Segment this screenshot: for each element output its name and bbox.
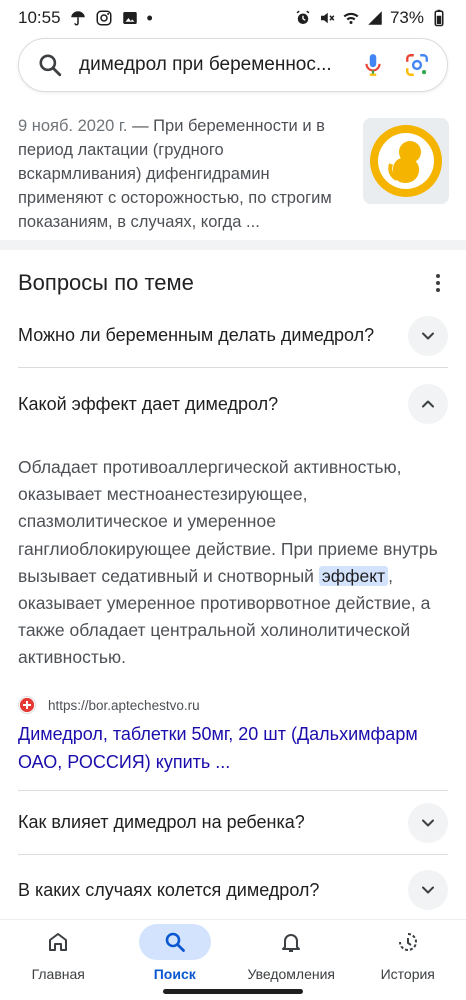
result-date: 9 нояб. 2020 г.	[18, 117, 128, 135]
chevron-down-icon[interactable]	[408, 802, 448, 843]
question-answer: Обладает противоаллергической активность…	[18, 454, 438, 672]
question-row[interactable]: Как влияет димедрол на ребенка?	[18, 791, 448, 855]
clock: 10:55	[18, 8, 61, 27]
chevron-down-icon[interactable]	[408, 870, 448, 910]
google-search-results-page: 10:55 • 73% димедрол при беременнос... 9…	[0, 0, 466, 1000]
question-text: Какой эффект дает димедрол?	[18, 393, 279, 414]
nav-notifications[interactable]: Уведомления	[236, 924, 346, 982]
umbrella-icon	[69, 9, 87, 27]
question-text: Как влияет димедрол на ребенка?	[18, 812, 305, 832]
question-row-expanded[interactable]: Какой эффект дает димедрол?	[18, 372, 448, 436]
wifi-icon	[342, 9, 360, 27]
instagram-icon	[95, 9, 113, 27]
history-icon[interactable]	[372, 924, 444, 960]
answer-source[interactable]: https://bor.aptechestvo.ru	[18, 694, 448, 716]
battery-icon	[430, 9, 448, 27]
related-questions-title: Вопросы по теме	[18, 270, 194, 295]
bell-icon[interactable]	[255, 924, 327, 960]
question-text: В каких случаях колется димедрол?	[18, 879, 320, 900]
section-separator	[0, 240, 466, 250]
question-row[interactable]: В каких случаях колется димедрол?	[18, 858, 448, 922]
mute-icon	[318, 9, 336, 27]
bottom-navigation: Главная Поиск Уведомления История	[0, 920, 466, 1000]
site-favicon-icon	[18, 696, 36, 714]
signal-icon	[366, 9, 384, 27]
nav-search-label: Поиск	[153, 966, 196, 982]
google-lens-icon[interactable]	[403, 51, 431, 79]
alarm-icon	[294, 9, 312, 27]
home-icon[interactable]	[22, 924, 94, 960]
chevron-up-icon[interactable]	[408, 384, 448, 424]
battery-percent: 73%	[389, 8, 424, 27]
answer-highlight: эффект	[318, 565, 389, 586]
search-input[interactable]: димедрол при беременнос...	[79, 54, 343, 76]
more-options-icon[interactable]	[428, 271, 448, 295]
previous-result-fragment	[18, 95, 448, 103]
source-link[interactable]: Димедрол, таблетки 50мг, 20 шт (Дальхимф…	[18, 720, 438, 776]
nav-notifications-label: Уведомления	[247, 966, 336, 982]
search-icon[interactable]	[37, 52, 63, 78]
search-icon[interactable]	[138, 924, 211, 960]
status-bar: 10:55 • 73%	[0, 0, 466, 36]
result-snippet: 9 нояб. 2020 г. — При беременности и в п…	[18, 114, 338, 234]
source-url[interactable]: https://bor.aptechestvo.ru	[48, 698, 200, 713]
question-row[interactable]: Можно ли беременным делать димедрол?	[18, 304, 448, 368]
nav-search[interactable]: Поиск	[120, 924, 230, 982]
gallery-icon	[121, 9, 139, 27]
notification-dot: •	[146, 7, 153, 28]
microphone-icon[interactable]	[359, 51, 387, 79]
result-thumbnail[interactable]	[363, 118, 449, 204]
question-text: Можно ли беременным делать димедрол?	[18, 325, 375, 345]
nav-home-label: Главная	[31, 966, 85, 982]
related-questions-header: Вопросы по теме	[18, 268, 448, 298]
nav-history[interactable]: История	[353, 924, 463, 982]
nav-home[interactable]: Главная	[3, 924, 113, 982]
search-bar-container: димедрол при беременнос...	[18, 38, 448, 92]
search-bar[interactable]: димедрол при беременнос...	[18, 38, 448, 92]
fetus-icon	[363, 118, 449, 204]
gesture-bar[interactable]	[163, 989, 303, 994]
chevron-down-icon[interactable]	[408, 315, 448, 356]
nav-history-label: История	[380, 966, 435, 982]
